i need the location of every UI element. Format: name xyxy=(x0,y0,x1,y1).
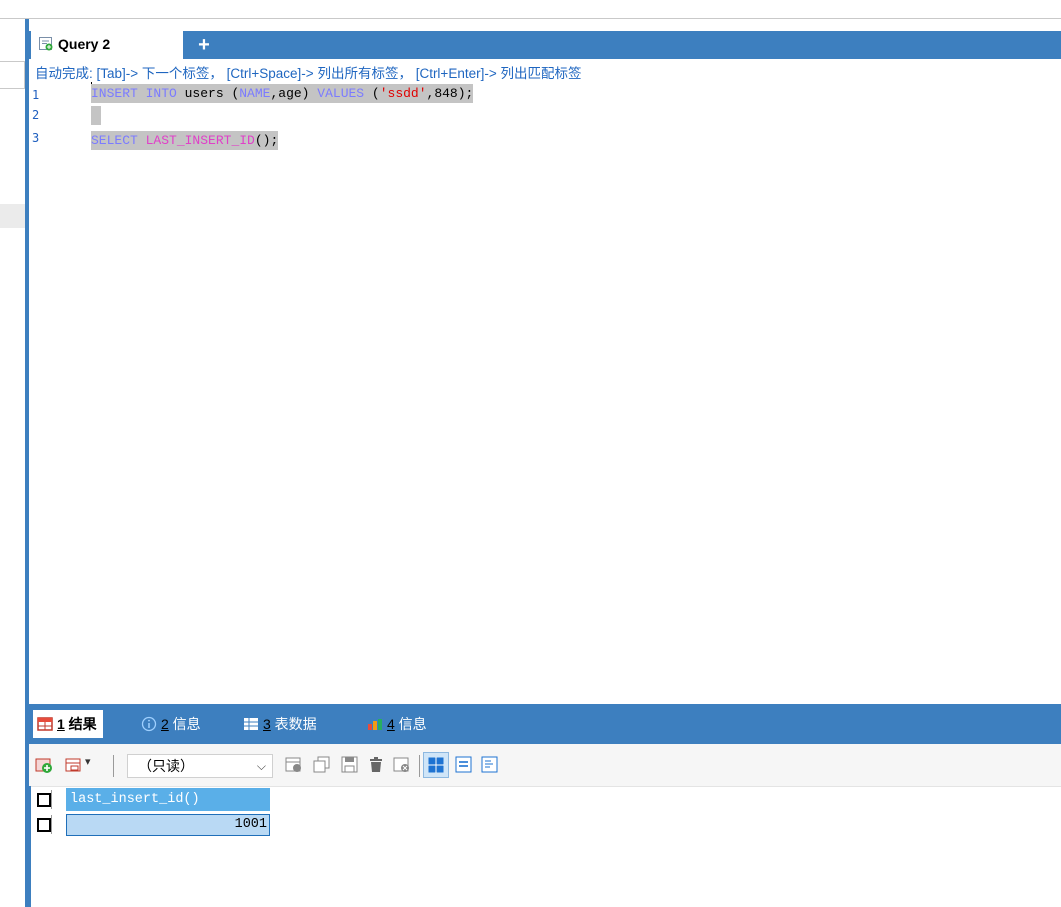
readonly-mode-value: （只读） xyxy=(138,758,194,774)
new-query-tab-button[interactable]: + xyxy=(193,32,215,58)
grid-view-icon xyxy=(428,757,444,773)
delete-icon[interactable] xyxy=(367,756,385,774)
dropdown-chevron-icon: ⌵ xyxy=(256,759,266,773)
line-number: 2 xyxy=(32,108,40,122)
save-icon[interactable] xyxy=(341,756,359,774)
checkbox-icon xyxy=(37,818,51,832)
tab-label: 结果 xyxy=(64,716,97,732)
query-tab-active[interactable]: Query 2 xyxy=(31,31,183,59)
tab-label: 信息 xyxy=(394,716,427,732)
results-left-border xyxy=(29,786,31,907)
sql-keyword: VALUES xyxy=(309,86,372,101)
sql-keyword: SELECT xyxy=(91,133,138,148)
code-line-1[interactable]: INSERT INTO users (NAME,age) VALUES ('ss… xyxy=(91,84,474,103)
sql-space xyxy=(138,133,146,148)
query-file-icon xyxy=(39,37,53,51)
tab-info-4[interactable]: 4 信息 xyxy=(363,710,427,738)
sql-keyword: INSERT INTO xyxy=(91,86,177,101)
tab-result-1[interactable]: 1 结果 xyxy=(33,710,103,738)
object-browser-selected-row[interactable] xyxy=(0,204,25,228)
export-grid-icon[interactable] xyxy=(65,756,83,774)
form-view-icon[interactable] xyxy=(455,756,473,774)
query-tab-strip: Query 2 + xyxy=(29,31,1061,59)
toolbar-divider xyxy=(419,755,420,777)
sql-string: 'ssdd' xyxy=(379,86,427,101)
checkbox-icon xyxy=(37,793,51,807)
code-line-3[interactable]: SELECT LAST_INSERT_ID(); xyxy=(91,131,279,150)
tab-messages-2[interactable]: 2 信息 xyxy=(137,710,201,738)
window-top-strip xyxy=(0,0,1061,19)
sql-identifier: users xyxy=(176,86,232,101)
sql-punct: ( xyxy=(371,86,380,101)
line-number: 1 xyxy=(32,88,40,102)
object-browser-pane xyxy=(0,19,25,907)
results-toolbar: ▾ （只读） ⌵ xyxy=(29,744,1061,787)
profile-chart-icon xyxy=(368,719,382,730)
sql-identifier: ,age) xyxy=(270,86,310,101)
column-header[interactable]: last_insert_id() xyxy=(66,788,270,811)
query-tab-label: Query 2 xyxy=(58,36,111,52)
row-checkbox[interactable] xyxy=(33,815,52,834)
tab-number: 4 xyxy=(387,716,395,732)
tab-number: 3 xyxy=(263,716,271,732)
object-browser-filter[interactable] xyxy=(0,61,25,89)
sql-tail: (); xyxy=(254,133,279,148)
result-grid-icon xyxy=(37,717,53,731)
insert-row-icon[interactable] xyxy=(285,756,303,774)
info-icon xyxy=(141,716,157,732)
text-view-icon[interactable] xyxy=(481,756,499,774)
readonly-mode-select[interactable]: （只读） ⌵ xyxy=(127,754,273,778)
tab-label: 信息 xyxy=(168,716,201,732)
grid-view-toggle[interactable] xyxy=(423,752,449,778)
tab-table-data-3[interactable]: 3 表数据 xyxy=(239,710,317,738)
table-cell[interactable]: 1001 xyxy=(66,814,270,836)
code-line-2[interactable] xyxy=(91,106,101,125)
sql-function: LAST_INSERT_ID xyxy=(145,133,255,148)
cancel-changes-icon[interactable] xyxy=(393,756,411,774)
results-panel: 1 结果 2 信息 3 表数据 4 信息 ▾ （只读） ⌵ last_inser… xyxy=(29,704,1061,907)
tab-number: 1 xyxy=(57,716,65,732)
sql-keyword: NAME xyxy=(239,86,271,101)
toolbar-divider xyxy=(113,755,114,777)
tab-number: 2 xyxy=(161,716,169,732)
autocomplete-hint: 自动完成: [Tab]-> 下一个标签， [Ctrl+Space]-> 列出所有… xyxy=(35,66,582,81)
results-tab-strip: 1 结果 2 信息 3 表数据 4 信息 xyxy=(29,704,1061,744)
select-all-checkbox[interactable] xyxy=(33,790,52,809)
duplicate-row-icon[interactable] xyxy=(313,756,331,774)
query-editor: Query 2 + 自动完成: [Tab]-> 下一个标签， [Ctrl+Spa… xyxy=(29,19,1061,704)
table-data-icon xyxy=(244,718,258,730)
add-row-icon[interactable] xyxy=(35,756,53,774)
chevron-down-icon[interactable]: ▾ xyxy=(85,755,91,768)
tab-label: 表数据 xyxy=(270,716,317,732)
sql-tail: ,848); xyxy=(426,86,474,101)
line-number: 3 xyxy=(32,131,40,145)
